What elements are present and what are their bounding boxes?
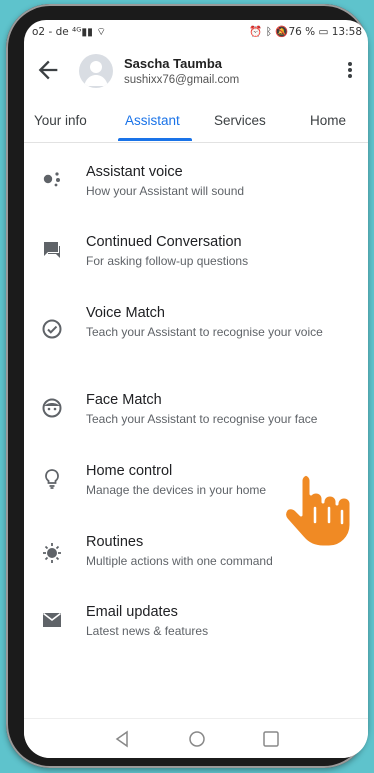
clock: 13:58 [331, 26, 362, 38]
home-circle-icon[interactable] [186, 728, 208, 750]
setting-title: Email updates [86, 604, 178, 620]
pointing-hand-icon [286, 472, 353, 549]
assistant-dots-icon [43, 172, 60, 187]
setting-title: Home control [86, 463, 173, 479]
setting-title: Routines [86, 534, 144, 550]
signal-icon: ⁴ᴳ▮▮ ⌔ [72, 26, 107, 38]
mute-icon: 🔕 [275, 26, 289, 38]
battery-icon: ▭ [318, 26, 329, 38]
setting-subtitle: Teach your Assistant to recognise your f… [86, 412, 318, 426]
status-bar: o2 - de ⁴ᴳ▮▮ ⌔ ⏰ ᛒ 🔕76 % ▭ 13:58 [24, 20, 368, 42]
phone-frame: o2 - de ⁴ᴳ▮▮ ⌔ ⏰ ᛒ 🔕76 % ▭ 13:58 Sascha … [6, 4, 368, 768]
tab-services[interactable]: Services [214, 100, 266, 142]
back-triangle-icon[interactable] [111, 728, 133, 750]
alarm-icon: ⏰ [249, 26, 263, 38]
setting-title: Continued Conversation [86, 234, 242, 250]
sun-routine-icon [43, 543, 61, 563]
tab-your-info[interactable]: Your info [34, 100, 87, 142]
bluetooth-icon: ᛒ [265, 26, 273, 38]
setting-subtitle: How your Assistant will sound [86, 184, 245, 198]
more-options-icon[interactable] [338, 56, 362, 84]
chat-bubble-icon [44, 242, 60, 258]
setting-subtitle: Teach your Assistant to recognise your v… [86, 325, 323, 339]
screen: o2 - de ⁴ᴳ▮▮ ⌔ ⏰ ᛒ 🔕76 % ▭ 13:58 Sascha … [24, 20, 368, 758]
account-name: Sascha Taumba [124, 56, 223, 71]
tab-home[interactable]: Home [310, 100, 346, 142]
mail-icon [43, 612, 61, 627]
recents-square-icon[interactable] [260, 728, 282, 750]
setting-title: Face Match [86, 392, 162, 408]
account-header: Sascha Taumba sushixx76@gmail.com [24, 48, 368, 94]
status-right: ⏰ ᛒ 🔕76 % ▭ 13:58 [249, 25, 362, 38]
active-tab-indicator [118, 138, 192, 141]
check-circle-icon [42, 319, 62, 339]
setting-title: Voice Match [86, 305, 165, 321]
tab-assistant[interactable]: Assistant [125, 100, 180, 142]
setting-subtitle: Latest news & features [86, 624, 209, 638]
status-left: o2 - de ⁴ᴳ▮▮ ⌔ [32, 25, 106, 39]
lightbulb-icon [45, 469, 59, 489]
system-nav-bar [24, 718, 368, 758]
face-icon [42, 398, 62, 418]
setting-subtitle: For asking follow-up questions [86, 254, 249, 268]
setting-title: Assistant voice [86, 164, 183, 180]
tab-bar: Your info Assistant Services Home [24, 100, 368, 143]
battery-percent: 76 % [288, 26, 316, 38]
carrier-label: o2 - de [32, 26, 69, 38]
person-icon [84, 61, 108, 86]
avatar[interactable] [79, 54, 113, 88]
back-arrow-icon[interactable] [34, 56, 62, 84]
account-email: sushixx76@gmail.com [124, 74, 240, 86]
